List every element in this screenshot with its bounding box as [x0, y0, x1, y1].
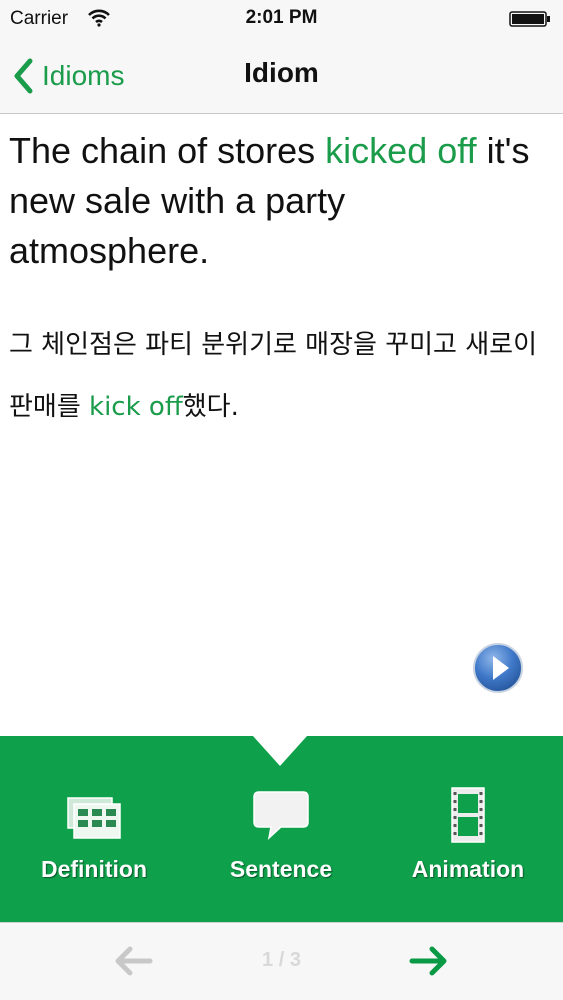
play-audio-button[interactable]	[472, 642, 524, 694]
tab-animation[interactable]: Animation	[374, 786, 562, 896]
speech-bubble-icon	[253, 791, 309, 841]
chevron-left-icon	[14, 58, 33, 94]
bottom-toolbar: 1 / 3	[0, 922, 563, 1000]
status-bar: Carrier 2:01 PM	[0, 0, 563, 38]
back-button-label: Idioms	[42, 60, 125, 91]
tab-definition-label: Definition	[40, 856, 148, 882]
page-indicator: 1 / 3	[262, 949, 301, 971]
back-button[interactable]: Idioms	[10, 54, 124, 98]
status-time: 2:01 PM	[245, 7, 318, 28]
selected-tab-indicator	[253, 736, 307, 766]
korean-translation-sentence: 그 체인점은 파티 분위기로 매장을 꾸미고 새로이 판매를 kick off했…	[9, 314, 554, 438]
english-example-sentence: The chain of stores kicked off it's new …	[9, 126, 549, 276]
tab-sentence[interactable]: Sentence	[187, 786, 375, 896]
korean-text-after: 했다.	[182, 392, 239, 422]
film-strip-icon	[451, 787, 485, 843]
arrow-right-icon[interactable]	[408, 943, 450, 979]
idiom-content: The chain of stores kicked off it's new …	[0, 114, 563, 736]
english-text-before: The chain of stores	[9, 130, 326, 171]
tab-animation-label: Animation	[411, 856, 525, 882]
battery-full-icon	[509, 11, 550, 27]
english-idiom-highlight: kicked off	[325, 130, 477, 171]
navigation-bar: Idioms Idiom	[0, 38, 563, 114]
definition-icon	[67, 797, 121, 839]
tab-definition[interactable]: Definition	[0, 786, 188, 896]
korean-idiom-highlight: kick off	[89, 392, 183, 422]
tab-sentence-label: Sentence	[229, 856, 333, 882]
